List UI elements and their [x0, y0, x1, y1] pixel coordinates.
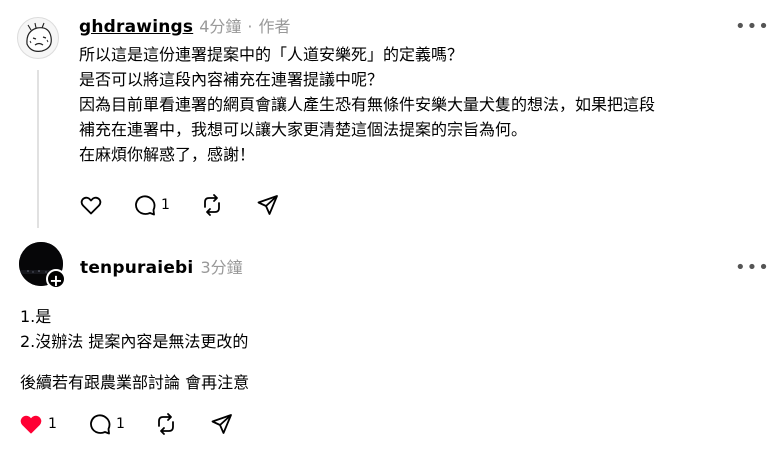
repost-button[interactable] — [154, 412, 178, 436]
timestamp[interactable]: 3分鐘 — [200, 254, 242, 278]
more-options-icon[interactable]: ••• — [735, 259, 770, 277]
heart-filled-icon — [20, 415, 42, 434]
comment-bubble-icon — [135, 195, 156, 216]
comment2-header: tenpuraiebi 3分鐘 — [80, 254, 243, 278]
author-badge: 作者 — [258, 17, 291, 36]
username[interactable]: tenpuraiebi — [80, 258, 193, 278]
doodle-avatar-icon — [26, 22, 52, 52]
thread-line — [37, 70, 39, 228]
comment-line: 在麻煩你解惑了，感謝！ — [79, 145, 256, 164]
reply-count: 1 — [116, 416, 125, 432]
like-button[interactable]: 1 — [19, 412, 57, 436]
comment-line: 是否可以將這段內容補充在連署提議中呢？ — [79, 70, 384, 89]
like-button[interactable] — [79, 193, 103, 217]
comment-line: 因為目前單看連署的網頁會讓人產生恐有無條件安樂大量犬隻的想法，如果把這段 — [79, 95, 656, 114]
reply-paragraph: 後續若有跟農業部討論 會再注意 — [20, 373, 250, 392]
repost-icon — [204, 194, 220, 216]
send-icon — [211, 414, 232, 434]
heart-icon — [80, 196, 102, 215]
reply-count: 1 — [161, 197, 170, 213]
separator: · — [247, 17, 253, 36]
share-button[interactable] — [210, 412, 234, 436]
reply-button[interactable]: 1 — [88, 412, 125, 436]
reply-paragraph: 1.是 — [20, 307, 52, 326]
repost-button[interactable] — [200, 193, 224, 217]
comment-line: 補充在連署中，我想可以讓大家更清楚這個法提案的宗旨為何。 — [79, 120, 528, 139]
send-icon — [257, 195, 278, 215]
follow-plus-icon[interactable]: + — [46, 269, 66, 290]
like-count: 1 — [48, 416, 57, 432]
share-button[interactable] — [256, 193, 280, 217]
comment-bubble-icon — [90, 414, 111, 435]
repost-icon — [158, 413, 174, 435]
reply-button[interactable]: 1 — [133, 193, 170, 217]
comment1-body: 所以這是這份連署提案中的「人道安樂死」的定義嗎？ 是否可以將這段內容補充在連署提… — [79, 42, 759, 167]
reply-paragraph: 2.沒辦法 提案內容是無法更改的 — [20, 332, 249, 351]
comment-line: 所以這是這份連署提案中的「人道安樂死」的定義嗎？ — [79, 45, 464, 64]
comment1-header: ghdrawings 4分鐘 · 作者 — [79, 13, 291, 37]
timestamp[interactable]: 4分鐘 — [199, 13, 241, 37]
more-options-icon[interactable]: ••• — [735, 18, 770, 36]
username[interactable]: ghdrawings — [79, 17, 193, 37]
avatar-ghdrawings[interactable] — [17, 17, 59, 59]
